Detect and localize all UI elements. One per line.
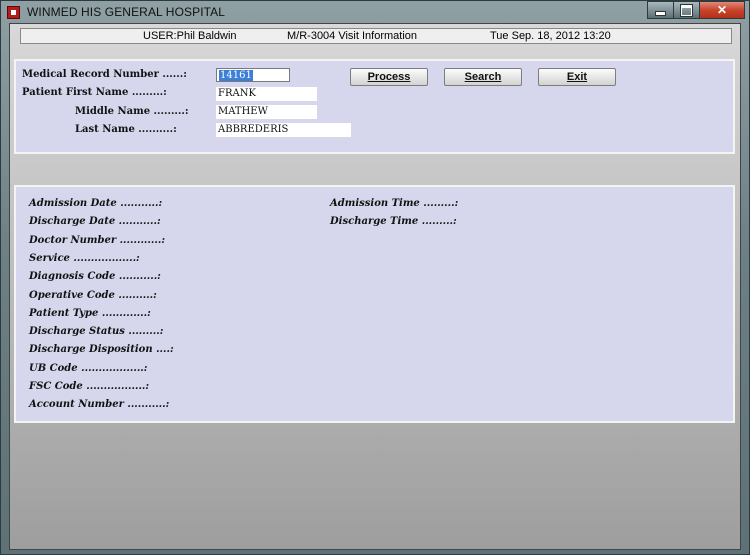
service-label: Service ..................: <box>29 253 140 264</box>
minimize-icon <box>655 10 666 16</box>
diagnosis-code-label: Diagnosis Code ...........: <box>29 271 161 282</box>
discharge-time-label: Discharge Time .........: <box>330 216 457 227</box>
fsc-code-label: FSC Code .................: <box>29 381 150 392</box>
mrn-value: 14161 <box>219 70 253 81</box>
process-button-label: Process <box>367 71 411 83</box>
patient-type-label: Patient Type .............: <box>29 308 151 319</box>
visit-info-panel: Admission Date ...........: Discharge Da… <box>14 185 735 423</box>
screen-label: M/R-3004 Visit Information <box>287 30 418 42</box>
mrn-label: Medical Record Number ......: <box>22 69 187 80</box>
middle-name-field[interactable]: MATHEW <box>216 105 317 119</box>
app-icon[interactable] <box>7 6 20 19</box>
operative-code-label: Operative Code ..........: <box>29 290 157 301</box>
last-name-field[interactable]: ABBREDERIS <box>216 123 351 137</box>
search-button-label: Search <box>464 71 502 83</box>
datetime-label: Tue Sep. 18, 2012 13:20 <box>490 30 611 42</box>
account-number-label: Account Number ...........: <box>29 399 170 410</box>
app-window: WINMED HIS GENERAL HOSPITAL ✕ USER:Phil … <box>0 0 750 555</box>
doctor-number-label: Doctor Number ............: <box>29 235 166 246</box>
ub-code-label: UB Code ..................: <box>29 363 148 374</box>
discharge-status-label: Discharge Status .........: <box>29 326 164 337</box>
window-title: WINMED HIS GENERAL HOSPITAL <box>27 5 226 19</box>
user-label: USER:Phil Baldwin <box>143 30 237 42</box>
discharge-disposition-label: Discharge Disposition ....: <box>29 344 174 355</box>
maximize-icon <box>681 4 692 16</box>
admission-date-label: Admission Date ...........: <box>29 198 163 209</box>
client-area: USER:Phil Baldwin M/R-3004 Visit Informa… <box>9 23 741 550</box>
exit-button-label: Exit <box>566 71 588 83</box>
admission-time-label: Admission Time .........: <box>330 198 459 209</box>
process-button[interactable]: Process <box>350 68 428 86</box>
discharge-date-label: Discharge Date ...........: <box>29 216 161 227</box>
window-controls: ✕ <box>647 1 745 19</box>
maximize-button[interactable] <box>673 1 700 19</box>
first-name-label: Patient First Name .........: <box>22 87 167 98</box>
exit-button[interactable]: Exit <box>538 68 616 86</box>
minimize-button[interactable] <box>647 1 674 19</box>
search-button[interactable]: Search <box>444 68 522 86</box>
first-name-field[interactable]: FRANK <box>216 87 317 101</box>
mrn-field[interactable]: 14161 <box>216 68 290 82</box>
close-icon: ✕ <box>716 3 728 17</box>
close-button[interactable]: ✕ <box>699 1 745 19</box>
last-name-label: Last Name ..........: <box>75 124 177 135</box>
middle-name-label: Middle Name .........: <box>75 106 189 117</box>
title-bar[interactable]: WINMED HIS GENERAL HOSPITAL ✕ <box>1 1 749 23</box>
info-bar: USER:Phil Baldwin M/R-3004 Visit Informa… <box>20 28 732 44</box>
search-panel: Medical Record Number ......: 14161 Pati… <box>14 59 735 154</box>
